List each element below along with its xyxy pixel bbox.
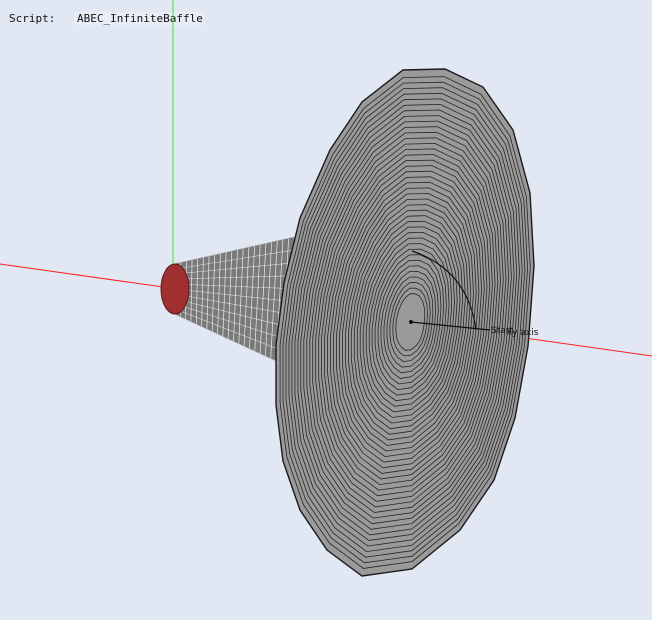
xy-axis-label: Xy axis	[506, 328, 539, 338]
horn-bell	[275, 68, 535, 577]
3d-viewport[interactable]: Start Xy axis	[0, 0, 652, 620]
axis-origin-point	[409, 320, 413, 324]
throat-disc	[160, 263, 190, 315]
